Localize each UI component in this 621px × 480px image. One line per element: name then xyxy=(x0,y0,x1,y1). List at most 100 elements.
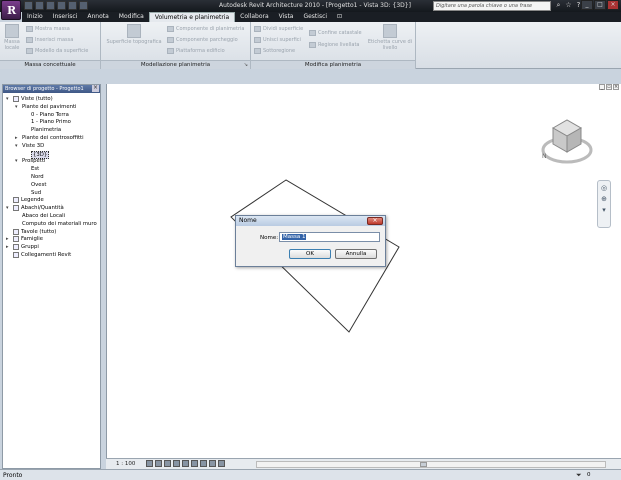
piattaforma-edificio-button[interactable]: Piattaforma edificio xyxy=(167,48,225,54)
tab-collabora[interactable]: Collabora xyxy=(235,12,274,22)
ribbon-toggle-icon[interactable]: ⊡ xyxy=(332,12,347,22)
dividi-superficie-button[interactable]: Dividi superficie xyxy=(254,26,303,32)
view-scale[interactable]: 1 : 100 xyxy=(116,461,135,467)
tree-expander-icon[interactable]: ▾ xyxy=(6,205,11,211)
tree-item[interactable]: Legende xyxy=(6,197,44,204)
tab-volumetria[interactable]: Volumetria e planimetria xyxy=(148,12,236,22)
viewcube[interactable]: N xyxy=(539,114,597,166)
redo-icon[interactable] xyxy=(57,1,66,10)
crop-view-icon[interactable] xyxy=(182,460,189,467)
componente-planimetria-button[interactable]: Componente di planimetria xyxy=(167,26,244,32)
dialog-launcher-icon[interactable]: ↘ xyxy=(244,62,248,68)
modello-superficie-button[interactable]: Modello da superficie xyxy=(26,48,88,54)
detail-level-icon[interactable] xyxy=(146,460,153,467)
tree-item[interactable]: ▾ Prospetti xyxy=(15,158,45,164)
quick-access-toolbar xyxy=(24,1,88,10)
tab-annota[interactable]: Annota xyxy=(82,12,113,22)
tree-expander-icon[interactable]: ▾ xyxy=(15,104,20,110)
tree-item[interactable]: Planimetria xyxy=(24,127,61,133)
tree-expander-icon[interactable]: ▸ xyxy=(6,244,11,250)
tree-item[interactable]: ▾ Piante dei pavimenti xyxy=(15,104,77,110)
superficie-topografica-button[interactable]: Superficie topografica xyxy=(104,24,164,45)
save-icon[interactable] xyxy=(35,1,44,10)
ok-button[interactable]: OK xyxy=(289,249,331,259)
open-icon[interactable] xyxy=(24,1,33,10)
crop-region-icon[interactable] xyxy=(191,460,198,467)
filter-icon[interactable]: ⏷ xyxy=(576,471,586,479)
view-control-icons xyxy=(146,460,225,467)
tree-item[interactable]: Tavole (tutto) xyxy=(6,228,56,235)
visual-style-icon[interactable] xyxy=(155,460,162,467)
group-massa-concettuale: Massa locale Mostra massa Inserisci mass… xyxy=(0,22,101,69)
tree-expander-icon[interactable]: ▾ xyxy=(15,143,20,149)
ribbon-tabs: Inizio Inserisci Annota Modifica Volumet… xyxy=(22,12,621,22)
close-icon[interactable]: × xyxy=(367,217,383,225)
tab-inserisci[interactable]: Inserisci xyxy=(48,12,83,22)
massa-locale-button[interactable]: Massa locale xyxy=(2,24,22,51)
tree-item-label: Legende xyxy=(21,197,44,204)
scrollbar-thumb[interactable] xyxy=(420,462,427,467)
tree-item-label: Viste 3D xyxy=(22,142,45,149)
sun-path-icon[interactable] xyxy=(173,460,180,467)
close-icon[interactable]: × xyxy=(607,0,619,10)
temporary-hide-icon[interactable] xyxy=(200,460,207,467)
tree-item[interactable]: Collegamenti Revit xyxy=(6,252,71,258)
tree-item[interactable]: ▾ Viste (tutto) xyxy=(6,96,53,102)
tree-item[interactable]: 0 - Piano Terra xyxy=(24,112,69,118)
tree-item-label: Est xyxy=(31,166,40,173)
dialog-title-bar: Nome × xyxy=(236,216,385,226)
group-modifica-planimetria: Dividi superficie Unisci superfici Sotto… xyxy=(251,22,416,69)
views-icon xyxy=(13,96,19,102)
tree-item[interactable]: ▸ Piante dei controsoffitti xyxy=(15,135,84,141)
tree-item[interactable]: Abaco dei Locali xyxy=(15,213,65,219)
horizontal-scrollbar[interactable] xyxy=(256,461,606,468)
sottoregione-button[interactable]: Sottoregione xyxy=(254,48,295,54)
minimize-icon[interactable]: _ xyxy=(581,0,593,10)
maximize-icon[interactable]: □ xyxy=(594,0,606,10)
shadows-icon[interactable] xyxy=(164,460,171,467)
unisci-superfici-button[interactable]: Unisci superfici xyxy=(254,37,301,43)
inserisci-massa-button[interactable]: Inserisci massa xyxy=(26,37,73,43)
tree-item[interactable]: ▾ Abachi/Quantità xyxy=(6,205,64,212)
tab-inizio[interactable]: Inizio xyxy=(22,12,48,22)
tree-item[interactable]: ▸ Famiglie xyxy=(6,236,44,243)
analysis-icon[interactable] xyxy=(218,460,225,467)
tab-modifica[interactable]: Modifica xyxy=(114,12,149,22)
etichetta-curve-button[interactable]: Etichetta curve di livello xyxy=(366,24,414,51)
tree-item-label: Famiglie xyxy=(21,236,44,243)
tree-expander-icon[interactable]: ▾ xyxy=(6,96,11,102)
confine-catastale-button[interactable]: Confine catastale xyxy=(309,30,362,36)
cancel-button[interactable]: Annulla xyxy=(335,249,377,259)
tree-item[interactable]: Ovest xyxy=(24,182,46,188)
application-menu-button[interactable]: R xyxy=(1,0,21,20)
search-icon[interactable]: ⌕ xyxy=(554,1,563,10)
undo-icon[interactable] xyxy=(46,1,55,10)
tree-item[interactable]: ▾ Viste 3D xyxy=(15,143,44,149)
tree-item[interactable]: {3D} xyxy=(24,150,50,159)
mostra-massa-button[interactable]: Mostra massa xyxy=(26,26,70,32)
measure-icon[interactable] xyxy=(68,1,77,10)
tree-item[interactable]: Sud xyxy=(24,190,41,196)
tree-item[interactable]: ▸ Gruppi xyxy=(6,244,39,251)
steering-wheel-icon[interactable]: ◎ xyxy=(598,184,610,192)
search-input[interactable]: Digitare una parola chiave o una frase xyxy=(433,1,551,11)
view-3d-canvas[interactable]: _ ▫ × N ◎ ⊕ ▾ xyxy=(106,84,621,469)
tree-item[interactable]: Nord xyxy=(24,174,44,180)
tab-gestisci[interactable]: Gestisci xyxy=(298,12,332,22)
tree-expander-icon[interactable]: ▸ xyxy=(15,135,20,141)
zoom-icon[interactable]: ⊕ xyxy=(598,195,610,203)
zoom-dropdown-icon[interactable]: ▾ xyxy=(598,206,610,214)
tree-item[interactable]: Computo dei materiali muro xyxy=(15,221,97,227)
tree-item[interactable]: Est xyxy=(24,166,39,172)
regione-livellata-button[interactable]: Regione livellata xyxy=(309,42,359,48)
componente-parcheggio-button[interactable]: Componente parcheggio xyxy=(167,37,238,43)
dropdown-icon[interactable] xyxy=(79,1,88,10)
tree-item[interactable]: 1 - Piano Primo xyxy=(24,119,71,125)
reveal-hidden-icon[interactable] xyxy=(209,460,216,467)
name-input[interactable]: Massa 1 xyxy=(279,232,380,242)
tree-expander-icon[interactable]: ▾ xyxy=(15,158,20,164)
close-icon[interactable]: × xyxy=(92,85,99,92)
tab-vista[interactable]: Vista xyxy=(274,12,299,22)
tree-expander-icon[interactable]: ▸ xyxy=(6,236,11,242)
star-icon[interactable]: ☆ xyxy=(564,1,573,10)
